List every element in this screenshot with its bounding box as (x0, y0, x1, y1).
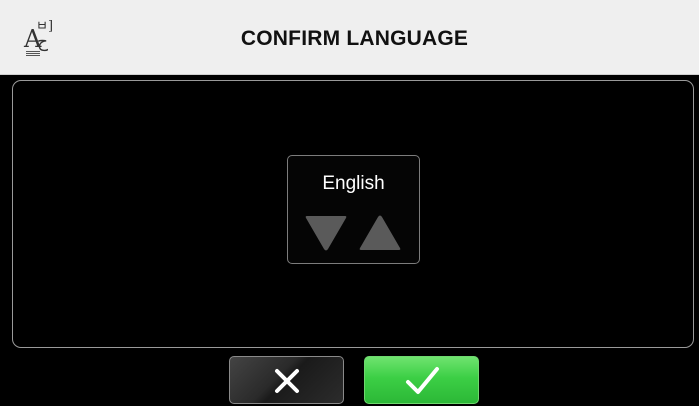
cancel-button[interactable] (229, 356, 344, 404)
close-icon (275, 369, 299, 393)
confirm-button[interactable] (364, 356, 479, 404)
language-selector: English (287, 155, 420, 264)
triangle-down-icon (305, 216, 347, 251)
triangle-up-icon (359, 215, 401, 250)
language-down-button[interactable] (304, 213, 348, 253)
page-title: CONFIRM LANGUAGE (240, 27, 469, 50)
confirm-language-screen: { "header": { "title": "CONFIRM LANGUAGE… (0, 0, 699, 406)
header-bar: A ㅂ] ح CONFIRM LANGUAGE (0, 0, 699, 75)
language-up-button[interactable] (358, 213, 402, 253)
checkmark-icon (406, 367, 439, 394)
selected-language: English (322, 173, 385, 194)
